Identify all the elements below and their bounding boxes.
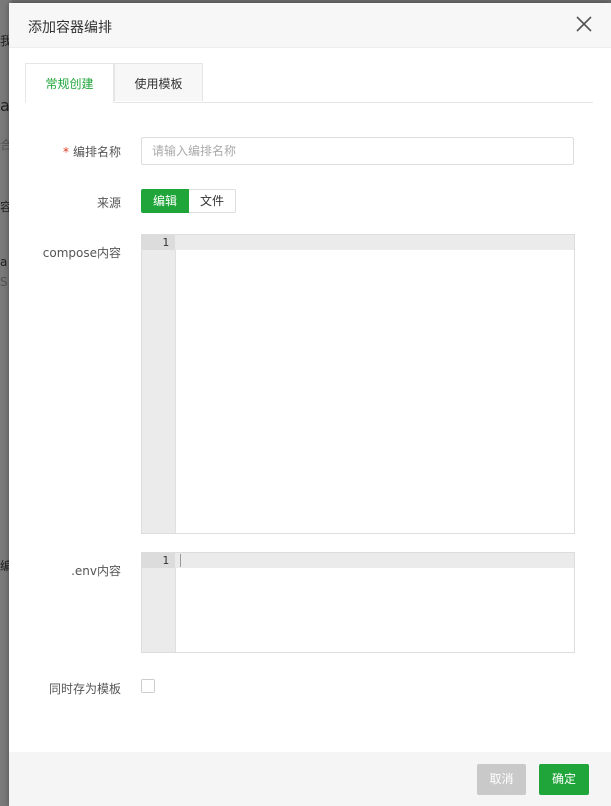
name-label: * 编排名称	[17, 143, 121, 160]
dialog-header: 添加容器编排	[9, 3, 611, 48]
source-file-button[interactable]: 文件	[189, 189, 237, 213]
env-label: .env内容	[71, 564, 121, 578]
add-compose-dialog: 添加容器编排 常规创建 使用模板 *编排名称 来源 编辑 文件 compose内…	[9, 3, 611, 806]
tab-bar: 常规创建 使用模板	[25, 63, 593, 103]
active-line-highlight	[175, 553, 574, 568]
dialog-title: 添加容器编排	[28, 20, 112, 36]
source-label: 来源	[96, 196, 121, 210]
save-template-checkbox[interactable]	[141, 679, 155, 693]
cancel-button[interactable]: 取消	[477, 764, 526, 795]
editor-gutter	[142, 235, 176, 533]
dialog-footer: 取消 确定	[9, 752, 611, 806]
close-icon	[573, 13, 595, 35]
active-line-highlight	[175, 235, 574, 250]
source-toggle: 编辑 文件	[141, 189, 237, 213]
required-mark: *	[62, 145, 69, 159]
compose-editor[interactable]: 1	[141, 234, 575, 534]
text-cursor	[180, 554, 181, 567]
env-editor[interactable]: 1	[141, 552, 575, 653]
line-number: 1	[162, 236, 169, 249]
line-number: 1	[162, 554, 169, 567]
compose-label: compose内容	[42, 246, 121, 260]
source-edit-button[interactable]: 编辑	[141, 189, 190, 213]
name-label-text: 编排名称	[72, 145, 121, 159]
save-template-label: 同时存为模板	[48, 682, 121, 696]
tab-use-template[interactable]: 使用模板	[114, 63, 203, 101]
confirm-button[interactable]: 确定	[539, 764, 589, 795]
tab-general-create[interactable]: 常规创建	[25, 63, 114, 103]
compose-name-input[interactable]	[141, 137, 574, 165]
close-button[interactable]	[573, 13, 595, 35]
